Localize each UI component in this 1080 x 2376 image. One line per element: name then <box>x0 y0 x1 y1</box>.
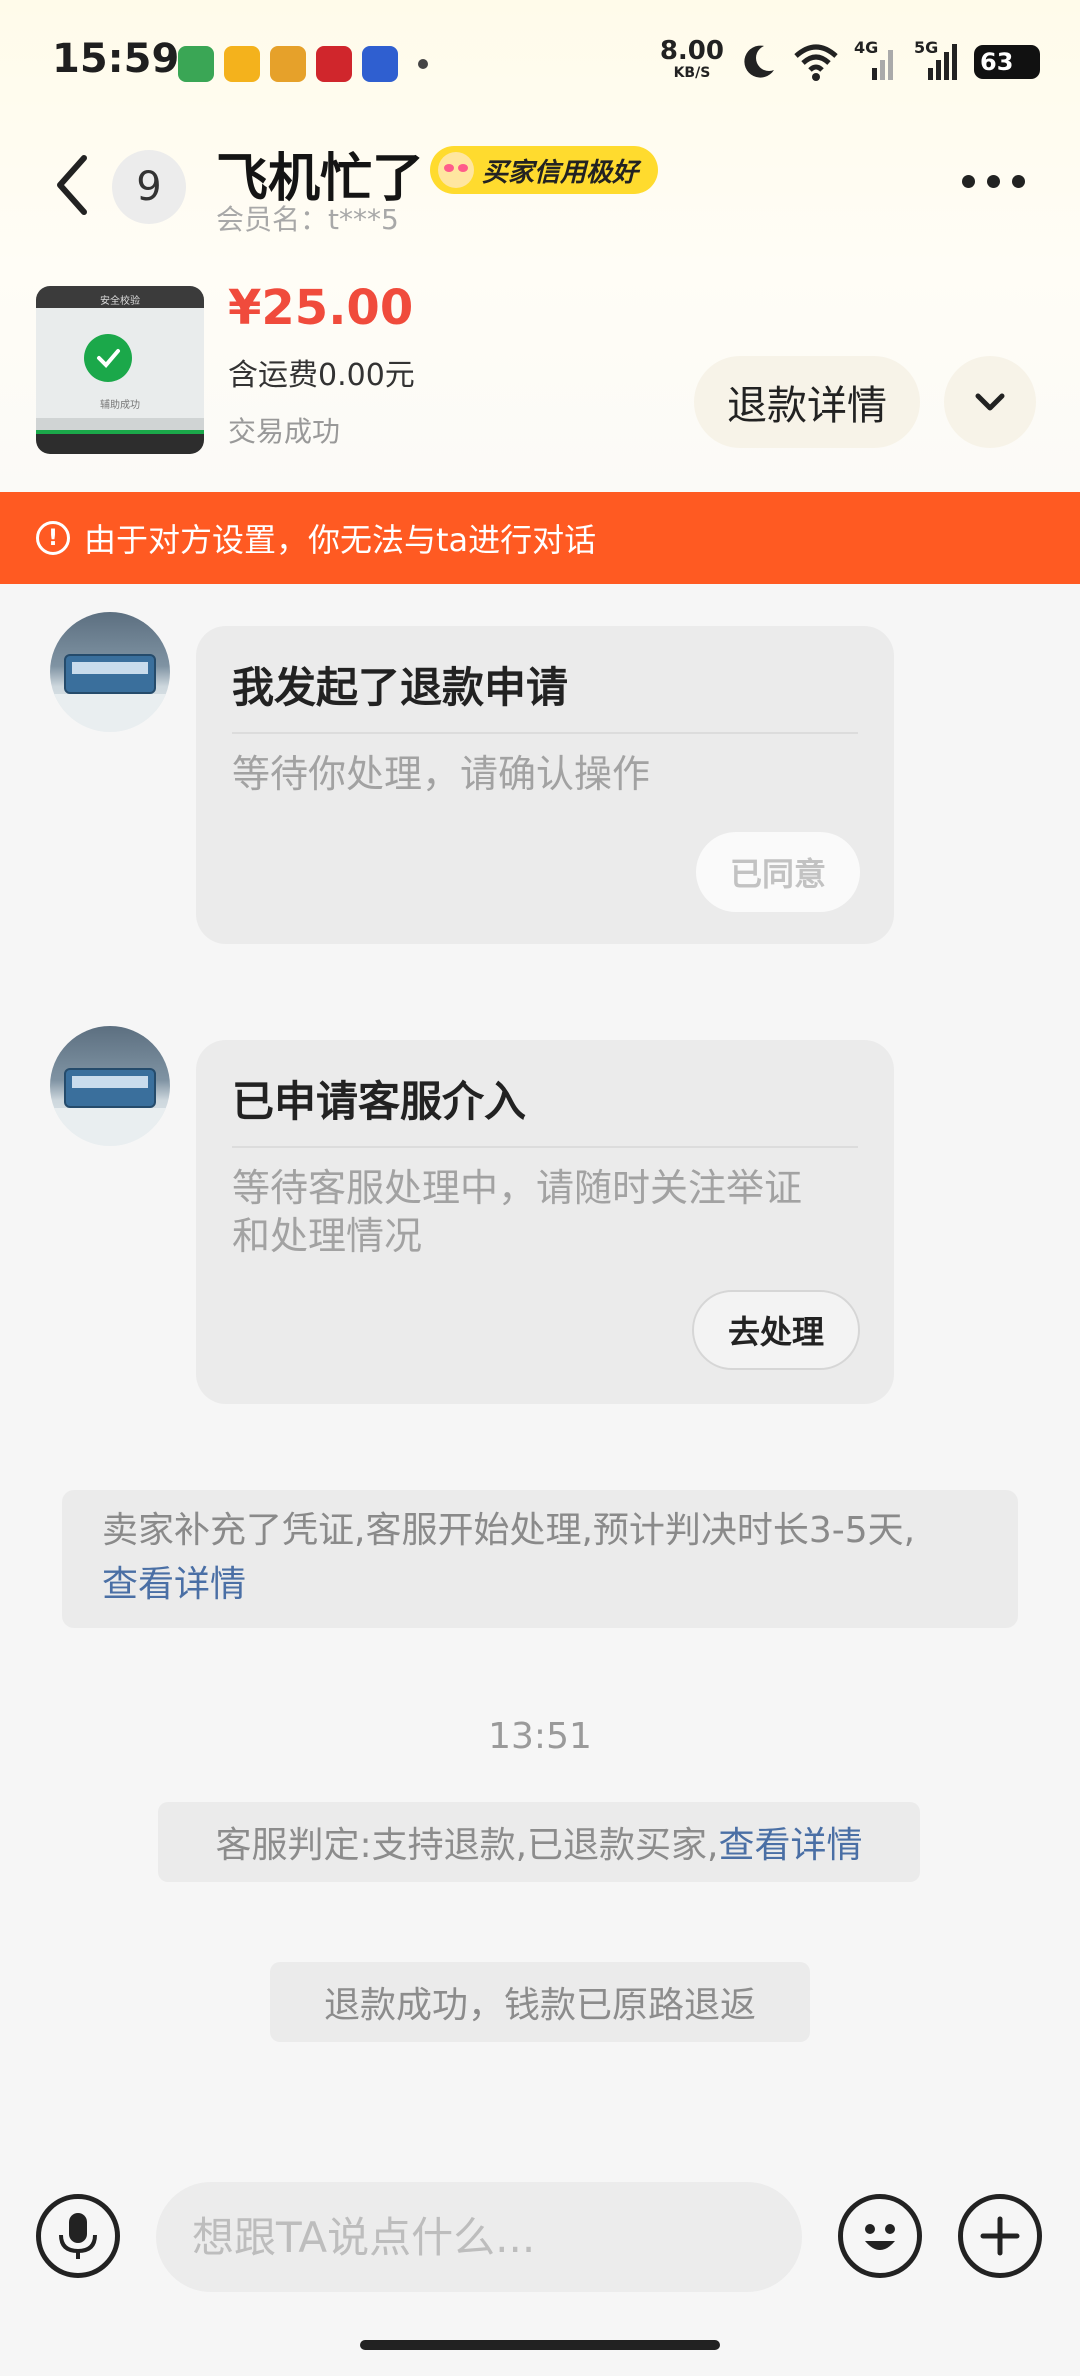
refund-success-notice: 退款成功，钱款已原路退返 <box>270 1962 810 2042</box>
more-dot-icon <box>1012 174 1025 188</box>
view-details-link[interactable]: 查看详情 <box>102 1564 246 1605</box>
handle-button[interactable]: 去处理 <box>691 1290 860 1370</box>
warning-icon: ! <box>36 521 70 555</box>
back-button[interactable] <box>48 150 98 220</box>
card-description: 等待客服处理中，请随时关注举证和处理情况 <box>232 1166 803 1258</box>
card-divider <box>232 732 858 734</box>
unread-count-badge[interactable]: 9 <box>112 150 186 224</box>
mail-icon <box>224 46 260 82</box>
product-price: ¥25.00 <box>228 280 414 336</box>
signal-4g-icon: 4G <box>854 38 900 82</box>
cloud-app-icon <box>362 46 398 82</box>
card-title: 已申请客服介入 <box>232 1077 527 1126</box>
refund-details-button[interactable]: 退款详情 <box>694 356 920 448</box>
message-timestamp: 13:51 <box>488 1716 592 1757</box>
bus-image <box>64 654 156 694</box>
message-input-bar <box>0 2178 1080 2298</box>
microphone-icon <box>59 2213 97 2259</box>
signal-5g-icon: 5G <box>914 38 960 82</box>
trade-status: 交易成功 <box>228 415 341 448</box>
status-bar: 15:59 8.00 KB/S 4G 5G 63 <box>0 0 1080 130</box>
network-speed: 8.00 KB/S <box>659 36 724 81</box>
back-arrow-icon <box>57 155 87 215</box>
expand-button[interactable] <box>944 356 1036 448</box>
verdict-notice: 客服判定:支持退款,已退款买家, 查看详情 <box>158 1802 920 1882</box>
check-icon <box>84 334 132 382</box>
credit-badge-label: 买家信用极好 <box>482 157 639 188</box>
view-details-link[interactable]: 查看详情 <box>719 1816 863 1868</box>
plus-icon <box>980 2216 1020 2256</box>
oppo-app-icon <box>178 46 214 82</box>
shipping-fee: 含运费0.00元 <box>228 358 415 393</box>
bank-app-icon <box>316 46 352 82</box>
smiley-icon <box>865 2224 895 2250</box>
thumb-caption: 辅助成功 <box>100 400 140 411</box>
card-title: 我发起了退款申请 <box>232 663 569 712</box>
more-actions-button[interactable] <box>958 2194 1042 2278</box>
voice-button[interactable] <box>36 2194 120 2278</box>
avatar[interactable] <box>50 612 170 732</box>
wifi-icon <box>794 44 838 81</box>
credit-face-icon <box>438 152 474 188</box>
more-notifications-dot <box>418 59 428 69</box>
chevron-down-icon <box>975 393 1005 411</box>
refund-request-card: 我发起了退款申请 等待你处理，请确认操作 已同意 <box>196 626 894 944</box>
service-intervention-card: 已申请客服介入 等待客服处理中，请随时关注举证和处理情况 去处理 <box>196 1040 894 1404</box>
status-indicators: 8.00 KB/S 4G 5G 63 <box>659 36 1040 84</box>
verdict-text: 客服判定:支持退款,已退款买家, <box>215 1825 719 1866</box>
more-options-button[interactable] <box>962 166 1032 196</box>
message-input[interactable] <box>156 2182 802 2292</box>
notification-icons <box>178 46 428 82</box>
more-dot-icon <box>962 174 975 188</box>
emoji-button[interactable] <box>838 2194 922 2278</box>
home-indicator[interactable] <box>360 2340 720 2350</box>
thumb-progress-bar <box>36 430 204 434</box>
system-notice: 卖家补充了凭证,客服开始处理,预计判决时长3-5天, 查看详情 <box>62 1490 1018 1628</box>
more-dot-icon <box>987 174 1000 188</box>
notice-text: 卖家补充了凭证,客服开始处理,预计判决时长3-5天, <box>102 1510 916 1551</box>
status-time: 15:59 <box>52 36 180 82</box>
battery-indicator: 63 <box>974 45 1040 79</box>
moon-icon <box>744 45 774 78</box>
thumb-title: 安全校验 <box>100 296 140 307</box>
product-thumbnail[interactable]: 安全校验 辅助成功 <box>36 286 204 454</box>
card-divider <box>232 1146 858 1148</box>
alert-text: 由于对方设置，你无法与ta进行对话 <box>84 521 597 559</box>
card-description: 等待你处理，请确认操作 <box>232 752 651 796</box>
avatar[interactable] <box>50 1026 170 1146</box>
credit-badge[interactable]: 买家信用极好 <box>430 146 659 194</box>
game-app-icon <box>270 46 306 82</box>
bus-image <box>64 1068 156 1108</box>
chat-restriction-alert: ! 由于对方设置，你无法与ta进行对话 <box>0 492 1080 584</box>
agreed-button[interactable]: 已同意 <box>695 832 860 912</box>
member-name: 会员名：t***5 <box>216 203 399 236</box>
